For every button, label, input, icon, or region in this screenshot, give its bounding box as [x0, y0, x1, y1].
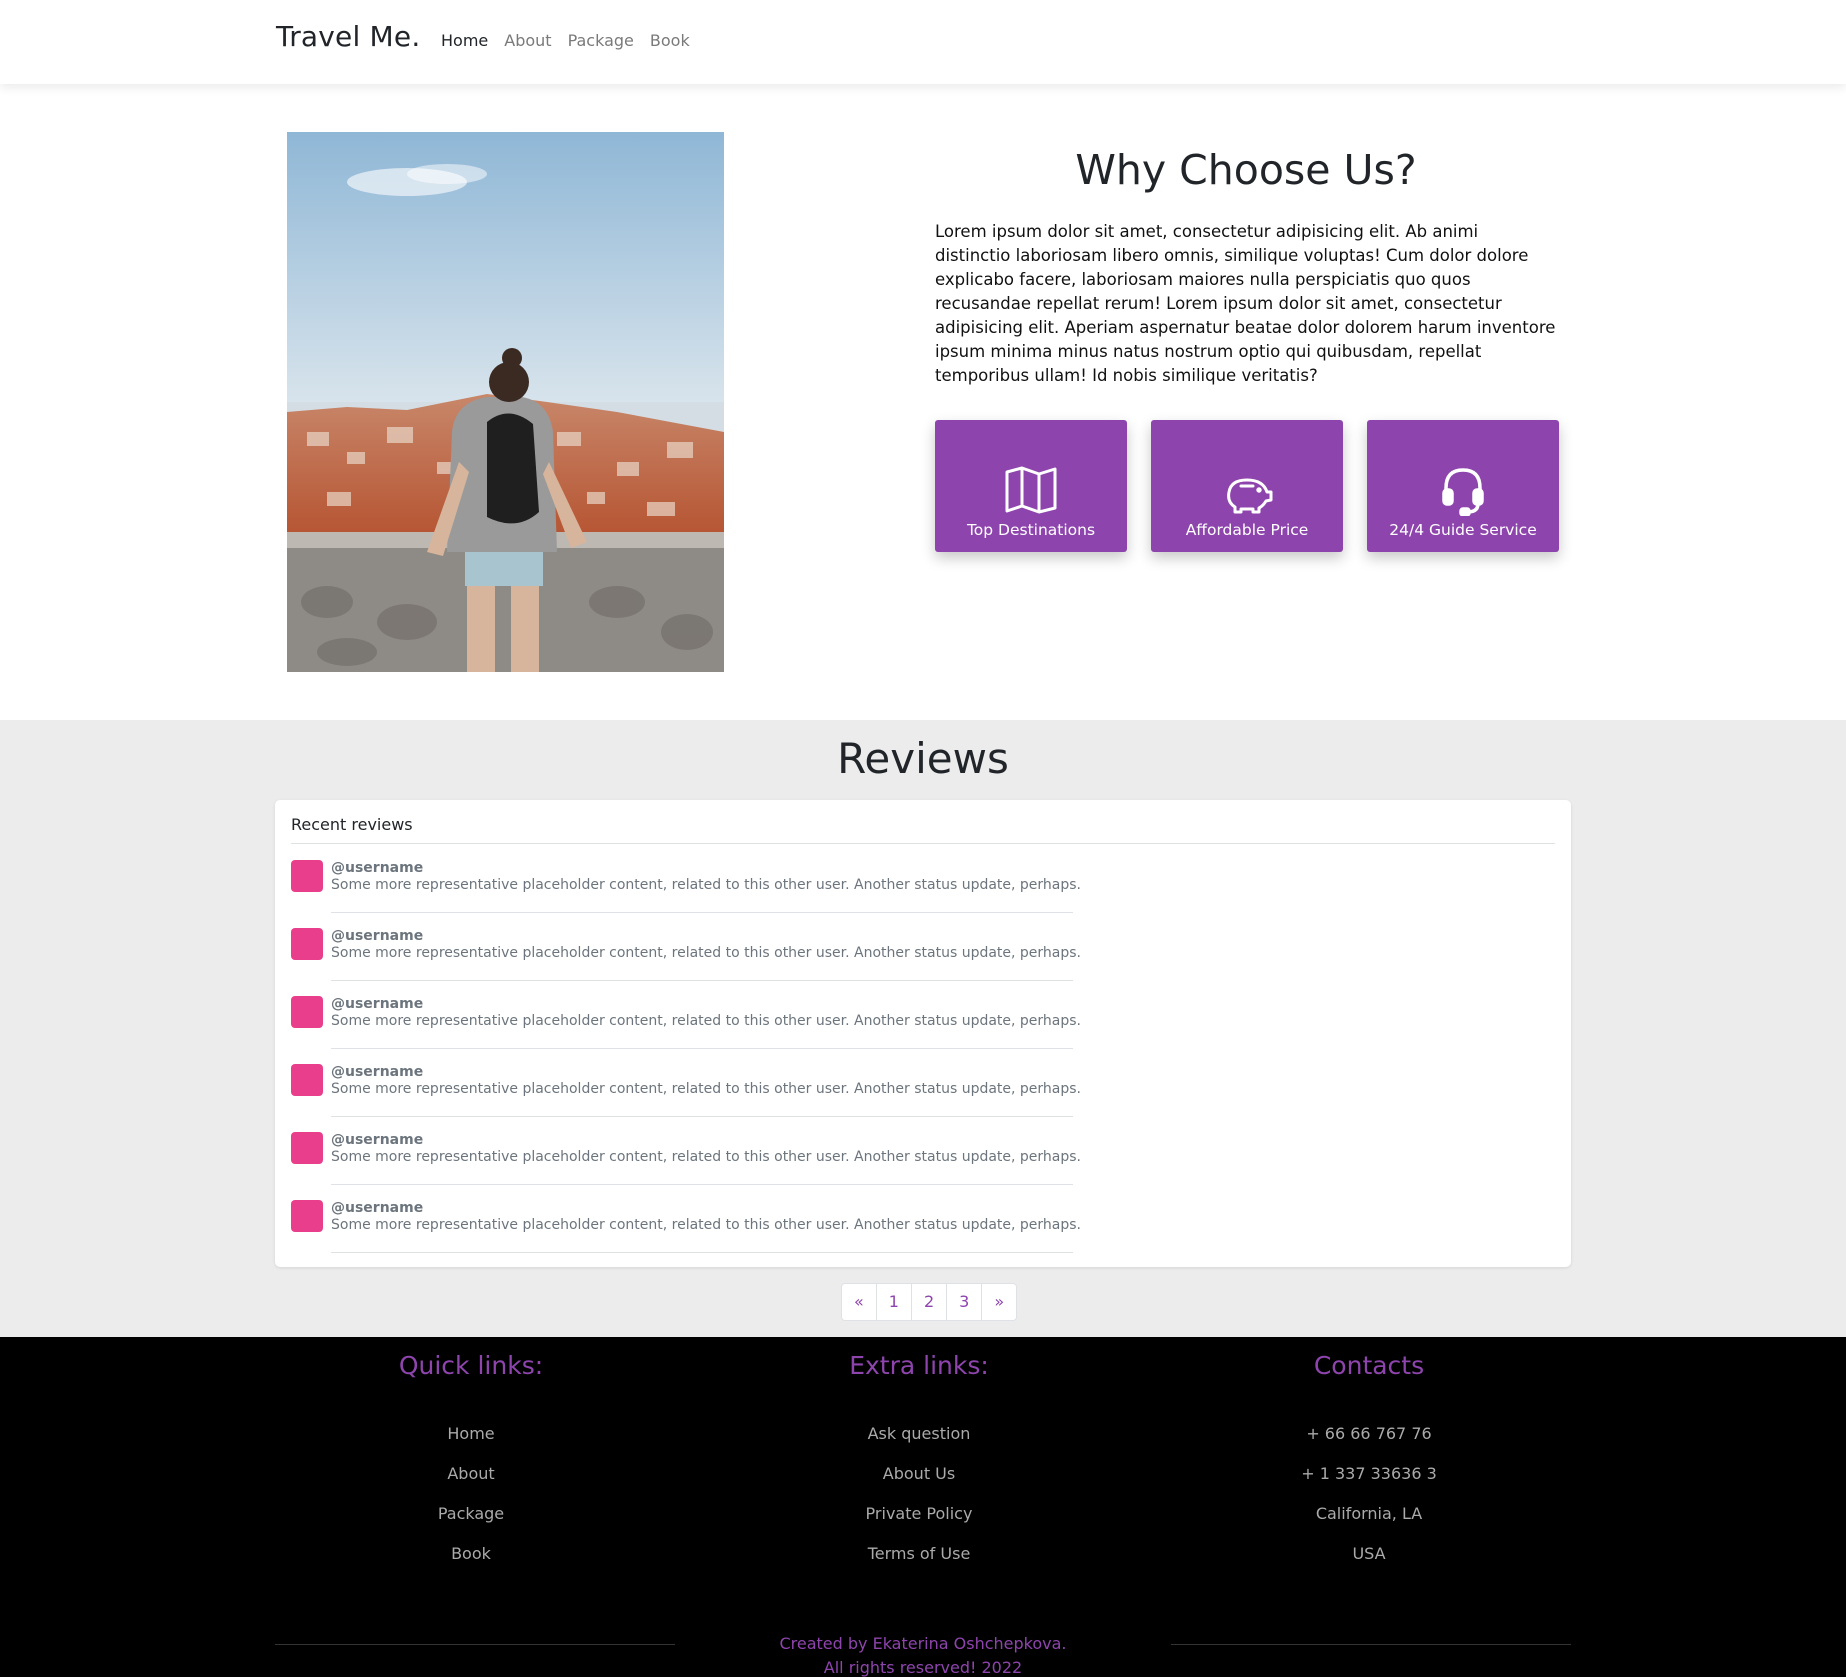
avatar [291, 1200, 323, 1232]
footer-link-package[interactable]: Package [291, 1504, 651, 1544]
avatar [291, 1132, 323, 1164]
footer-extra-links: Extra links: Ask question About Us Priva… [739, 1351, 1099, 1584]
review-item: @username Some more representative place… [291, 1200, 1082, 1268]
review-text: Some more representative placeholder con… [331, 1013, 1082, 1029]
reviews-section: Reviews Recent reviews @username Some mo… [0, 720, 1846, 1337]
review-text: Some more representative placeholder con… [331, 945, 1082, 961]
review-body: @username Some more representative place… [331, 1132, 1082, 1185]
nav-link-home[interactable]: Home [441, 31, 488, 50]
review-item: @username Some more representative place… [291, 1132, 1082, 1200]
review-item: @username Some more representative place… [291, 928, 1082, 996]
why-section: Why Choose Us? Lorem ipsum dolor sit ame… [0, 84, 1846, 720]
contact-city: California, LA [1315, 1504, 1423, 1523]
review-item: @username Some more representative place… [291, 996, 1082, 1064]
review-username: @username [331, 1064, 424, 1080]
footer: Quick links: Home About Package Book Ext… [0, 1337, 1846, 1677]
page-1-button[interactable]: 1 [875, 1283, 912, 1321]
review-username: @username [331, 1200, 424, 1216]
contact-country: USA [1352, 1544, 1386, 1563]
footer-link-home[interactable]: Home [291, 1424, 651, 1464]
feature-label: Top Destinations [966, 521, 1096, 539]
footer-extra-title: Extra links: [849, 1351, 989, 1380]
headset-icon [1442, 468, 1484, 516]
why-title: Why Choose Us? [1075, 146, 1417, 194]
feature-label: 24/4 Guide Service [1389, 521, 1537, 539]
review-body: @username Some more representative place… [331, 928, 1082, 981]
nav-link-package[interactable]: Package [568, 31, 634, 50]
page-next-button[interactable]: » [981, 1283, 1018, 1321]
reviews-title: Reviews [837, 734, 1009, 783]
review-item: @username Some more representative place… [291, 1064, 1082, 1132]
brand-logo[interactable]: Travel Me. [276, 20, 420, 53]
contact-phone-1: + 66 66 767 76 [1306, 1424, 1432, 1443]
footer-contacts-title: Contacts [1313, 1351, 1425, 1380]
card-title: Recent reviews [291, 815, 1555, 844]
review-text: Some more representative placeholder con… [331, 1081, 1082, 1097]
footer-quick-links: Quick links: Home About Package Book [291, 1351, 651, 1584]
features: Top Destinations Affordable Price 24/4 G… [935, 420, 1559, 552]
feature-top-destinations[interactable]: Top Destinations [935, 420, 1127, 552]
avatar [291, 996, 323, 1028]
review-username: @username [331, 928, 424, 944]
review-body: @username Some more representative place… [331, 860, 1082, 913]
review-body: @username Some more representative place… [331, 996, 1082, 1049]
traveler-photo [287, 132, 724, 672]
reviews-card: Recent reviews @username Some more repre… [275, 800, 1571, 1267]
nav-links: Home About Package Book [441, 31, 690, 50]
credit-line-1: Created by Ekaterina Oshchepkova. [779, 1634, 1067, 1653]
navbar: Travel Me. Home About Package Book [0, 0, 1846, 84]
review-text: Some more representative placeholder con… [331, 1217, 1082, 1233]
nav-link-book[interactable]: Book [650, 31, 690, 50]
map-icon [1005, 466, 1057, 514]
footer-link-private-policy[interactable]: Private Policy [739, 1504, 1099, 1544]
contact-phone-2: + 1 337 33636 3 [1301, 1464, 1437, 1483]
footer-link-about[interactable]: About [291, 1464, 651, 1504]
footer-quick-title: Quick links: [398, 1351, 544, 1380]
footer-link-terms[interactable]: Terms of Use [739, 1544, 1099, 1584]
review-text: Some more representative placeholder con… [331, 1149, 1082, 1165]
feature-label: Affordable Price [1185, 521, 1309, 539]
avatar [291, 1064, 323, 1096]
page-3-button[interactable]: 3 [946, 1283, 983, 1321]
review-username: @username [331, 996, 424, 1012]
feature-affordable-price[interactable]: Affordable Price [1151, 420, 1343, 552]
pagination: « 1 2 3 » [841, 1283, 1018, 1321]
review-username: @username [331, 860, 424, 876]
review-username: @username [331, 1132, 424, 1148]
avatar [291, 860, 323, 892]
footer-credits: Created by Ekaterina Oshchepkova. All ri… [0, 1632, 1846, 1677]
nav-link-about[interactable]: About [504, 31, 551, 50]
avatar [291, 928, 323, 960]
feature-guide-service[interactable]: 24/4 Guide Service [1367, 420, 1559, 552]
credit-line-2: All rights reserved! 2022 [823, 1658, 1023, 1677]
review-body: @username Some more representative place… [331, 1200, 1082, 1253]
piggy-bank-icon [1227, 478, 1273, 514]
footer-contacts: Contacts + 66 66 767 76 + 1 337 33636 3 … [1189, 1351, 1549, 1584]
footer-link-about-us[interactable]: About Us [739, 1464, 1099, 1504]
footer-link-ask-question[interactable]: Ask question [739, 1424, 1099, 1464]
review-body: @username Some more representative place… [331, 1064, 1082, 1117]
why-text: Lorem ipsum dolor sit amet, consectetur … [935, 222, 1556, 385]
page-2-button[interactable]: 2 [910, 1283, 948, 1321]
review-text: Some more representative placeholder con… [331, 877, 1082, 893]
footer-link-book[interactable]: Book [291, 1544, 651, 1584]
review-item: @username Some more representative place… [291, 860, 1082, 928]
page-prev-button[interactable]: « [841, 1283, 877, 1321]
